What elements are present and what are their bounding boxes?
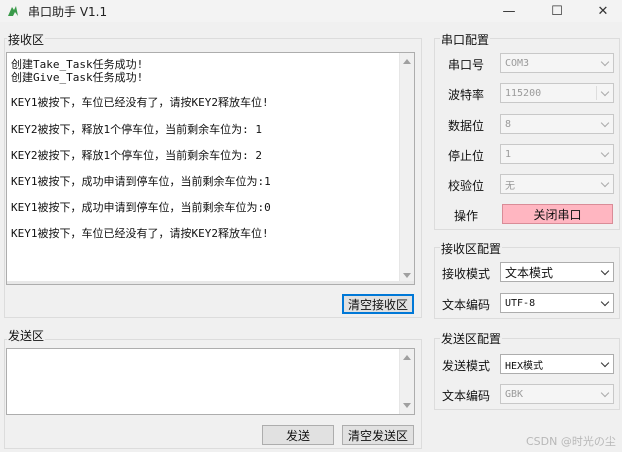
send-group-title: 发送区	[7, 327, 46, 344]
stop-bits-select[interactable]: 1	[500, 144, 614, 164]
receive-line: KEY2被按下，释放1个停车位，当前剩余车位为: 1	[11, 123, 262, 136]
chevron-down-icon	[600, 148, 610, 158]
receive-line: 创建Give_Task任务成功!	[11, 71, 144, 84]
receive-line: KEY1被按下，车位已经没有了，请按KEY2释放车位!	[11, 227, 269, 240]
send-encoding-label: 文本编码	[442, 389, 491, 403]
chevron-down-icon	[600, 358, 610, 368]
close-button[interactable]: ✕	[580, 0, 622, 22]
send-scrollbar[interactable]	[399, 349, 414, 414]
parity-label: 校验位	[448, 179, 485, 193]
send-encoding-select[interactable]: GBK	[500, 384, 614, 404]
chevron-down-icon	[600, 178, 610, 188]
send-config-title: 发送区配置	[440, 330, 503, 347]
receive-encoding-label: 文本编码	[442, 298, 491, 312]
parity-select[interactable]: 无	[500, 174, 614, 194]
baud-select[interactable]: 115200	[500, 83, 614, 103]
send-textarea[interactable]	[6, 348, 415, 415]
combo-divider	[596, 86, 597, 100]
send-mode-label: 发送模式	[442, 359, 491, 373]
receive-textarea[interactable]: 创建Take_Task任务成功! 创建Give_Task任务成功! KEY1被按…	[6, 52, 415, 285]
scroll-down-icon[interactable]	[403, 403, 411, 408]
receive-mode-select[interactable]: 文本模式	[500, 262, 614, 282]
receive-hscrollbar[interactable]	[7, 281, 414, 284]
serial-config-title: 串口配置	[440, 31, 491, 48]
receive-line: KEY1被按下，车位已经没有了，请按KEY2释放车位!	[11, 96, 269, 109]
receive-scrollbar[interactable]	[399, 53, 414, 284]
chevron-down-icon	[600, 57, 610, 67]
close-port-button[interactable]: 关闭串口	[502, 204, 613, 224]
baud-label: 波特率	[448, 88, 485, 102]
port-select[interactable]: COM3	[500, 53, 614, 73]
receive-mode-value: 文本模式	[505, 265, 554, 280]
port-label: 串口号	[448, 58, 485, 72]
scroll-down-icon[interactable]	[403, 273, 411, 278]
minimize-button[interactable]: —	[486, 0, 532, 22]
port-value: COM3	[505, 57, 530, 69]
chevron-down-icon	[600, 297, 610, 307]
send-mode-value: HEX模式	[505, 360, 544, 372]
app-logo-icon	[8, 6, 18, 16]
stop-bits-label: 停止位	[448, 149, 485, 163]
title-bar: 串口助手 V1.1 — ☐ ✕	[0, 0, 622, 22]
data-bits-label: 数据位	[448, 119, 485, 133]
receive-config-title: 接收区配置	[440, 240, 503, 257]
send-button[interactable]: 发送	[262, 425, 334, 445]
receive-encoding-select[interactable]: UTF-8	[500, 293, 614, 313]
baud-value: 115200	[505, 87, 542, 99]
data-bits-value: 8	[505, 118, 512, 130]
receive-group-title: 接收区	[7, 31, 46, 48]
window-title: 串口助手 V1.1	[28, 5, 108, 19]
clear-receive-button[interactable]: 清空接收区	[342, 294, 414, 314]
chevron-down-icon	[600, 118, 610, 128]
maximize-button[interactable]: ☐	[534, 0, 580, 22]
chevron-down-icon	[600, 87, 610, 97]
receive-encoding-value: UTF-8	[505, 297, 536, 309]
scroll-up-icon[interactable]	[403, 59, 411, 64]
send-mode-select[interactable]: HEX模式	[500, 354, 614, 374]
receive-line: KEY1被按下，成功申请到停车位，当前剩余车位为:0	[11, 201, 271, 214]
chevron-down-icon	[600, 388, 610, 398]
watermark: CSDN @时光の尘	[526, 435, 616, 448]
send-encoding-value: GBK	[505, 388, 524, 400]
receive-line: KEY2被按下，释放1个停车位，当前剩余车位为: 2	[11, 149, 262, 162]
receive-line: KEY1被按下，成功申请到停车位，当前剩余车位为:1	[11, 175, 271, 188]
parity-value: 无	[505, 180, 515, 192]
stop-bits-value: 1	[505, 148, 512, 160]
scroll-up-icon[interactable]	[403, 355, 411, 360]
data-bits-select[interactable]: 8	[500, 114, 614, 134]
operation-label: 操作	[454, 209, 479, 223]
chevron-down-icon	[600, 266, 610, 276]
receive-mode-label: 接收模式	[442, 267, 491, 281]
clear-send-button[interactable]: 清空发送区	[342, 425, 414, 445]
